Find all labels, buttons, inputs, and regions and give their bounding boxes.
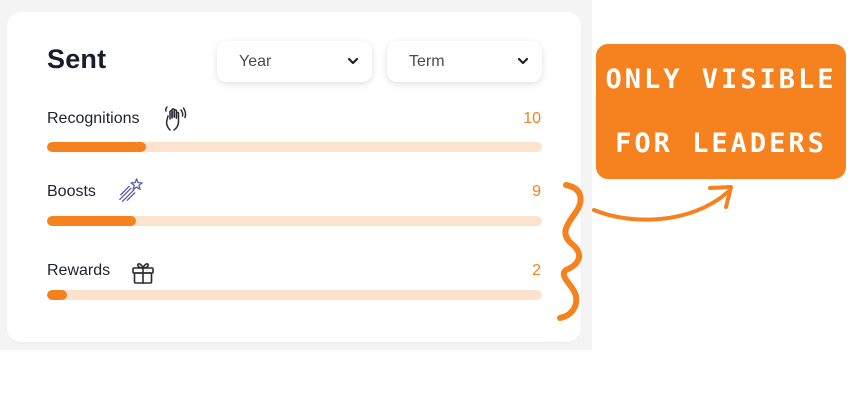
arrow-head [708,185,733,209]
metric-value-boosts: 9 [532,183,541,200]
shooting-star-icon [119,178,143,202]
stage: Sent Year Term Recognitions 10 Boosts 9 … [0,0,863,408]
metric-label-recognitions: Recognitions [47,110,140,127]
metric-label-boosts: Boosts [47,183,96,200]
callout-line-1: ONLY VISIBLE [605,64,837,95]
progress-fill-rewards [47,290,67,300]
term-select-label: Term [409,52,445,70]
year-select-label: Year [239,52,272,70]
waving-hand-icon [165,106,187,131]
card-title: Sent [47,44,107,74]
metric-label-rewards: Rewards [47,262,111,279]
progress-fill-boosts [47,216,137,226]
callout-line-2: FOR LEADERS [615,128,827,159]
metric-value-rewards: 2 [532,262,541,279]
progress-track-recognitions [47,142,542,152]
gift-icon [132,263,154,284]
progress-fill-recognitions [47,142,146,152]
year-select[interactable]: Year [217,41,372,82]
leaders-only-callout: ONLY VISIBLE FOR LEADERS [596,44,846,179]
chevron-down-icon [347,57,359,65]
progress-track-rewards [47,290,542,300]
term-select[interactable]: Term [387,41,542,82]
metric-value-recognitions: 10 [523,110,541,127]
progress-track-boosts [47,216,542,226]
arrow-curve [592,190,730,222]
chevron-down-icon [517,57,529,65]
